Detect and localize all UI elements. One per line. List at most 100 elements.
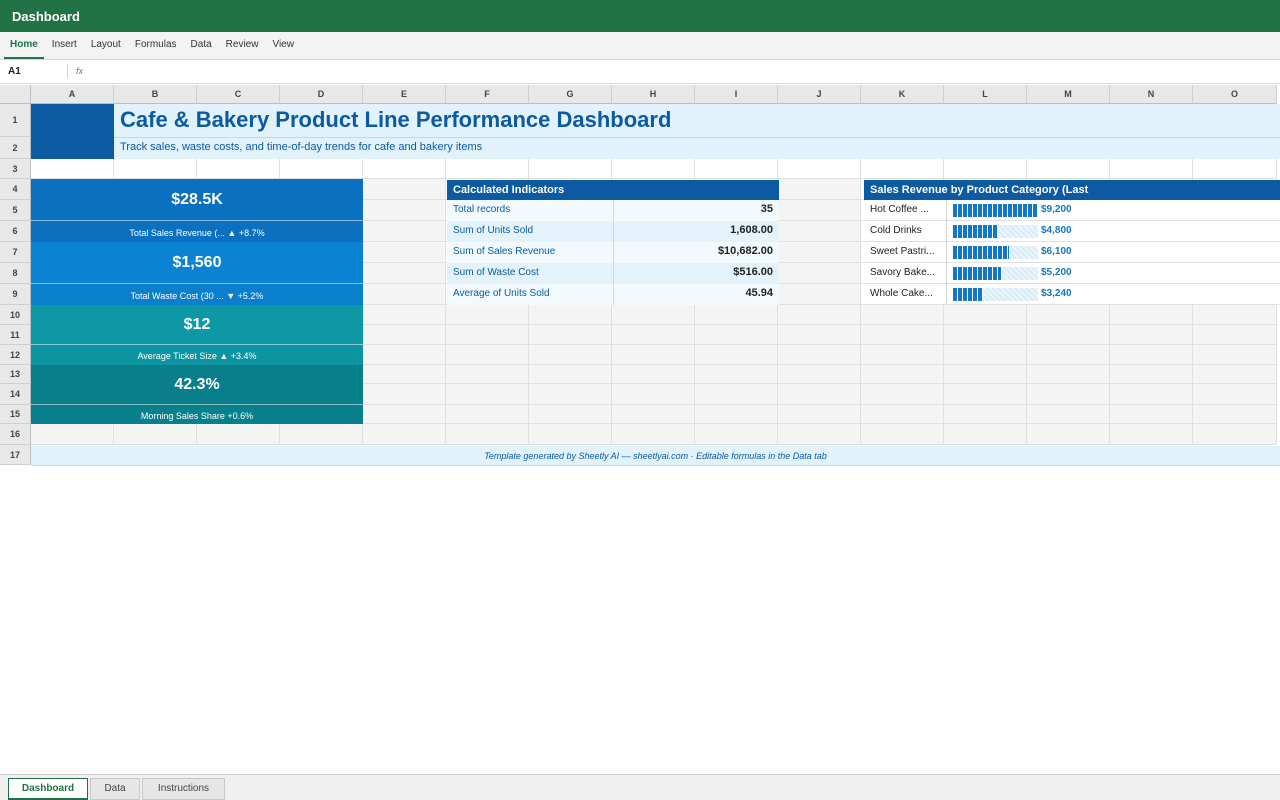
grid-cell[interactable] <box>612 325 695 345</box>
grid-cell[interactable] <box>861 305 944 325</box>
row-header-2[interactable]: 2 <box>0 137 31 159</box>
grid-cell[interactable] <box>1027 365 1110 384</box>
grid-cell[interactable] <box>197 159 280 179</box>
grid-cell[interactable] <box>695 384 778 405</box>
grid-cell[interactable] <box>363 365 446 384</box>
grid-cell[interactable] <box>529 384 612 405</box>
grid-cell[interactable] <box>1193 424 1277 445</box>
grid-cell[interactable] <box>1110 325 1193 345</box>
grid-cell[interactable] <box>778 179 861 200</box>
column-header-d[interactable]: D <box>280 85 363 104</box>
grid-cell[interactable] <box>529 159 612 179</box>
grid-cell[interactable] <box>944 305 1027 325</box>
grid-cell[interactable] <box>529 325 612 345</box>
grid-cell[interactable] <box>363 424 446 445</box>
grid-cell[interactable] <box>1110 365 1193 384</box>
grid-cell[interactable] <box>363 384 446 405</box>
grid-cell[interactable] <box>778 284 861 305</box>
grid-cell[interactable] <box>1193 159 1277 179</box>
grid-cell[interactable] <box>944 325 1027 345</box>
grid-cell[interactable] <box>363 263 446 284</box>
grid-cell[interactable] <box>446 384 529 405</box>
grid-cell[interactable] <box>363 242 446 263</box>
grid-cell[interactable] <box>778 345 861 365</box>
row-header-5[interactable]: 5 <box>0 200 31 221</box>
grid-cell[interactable] <box>363 159 446 179</box>
grid-cell[interactable] <box>31 424 114 445</box>
row-header-11[interactable]: 11 <box>0 325 31 345</box>
grid-cell[interactable] <box>695 305 778 325</box>
grid-cell[interactable] <box>363 325 446 345</box>
grid-cell[interactable] <box>363 305 446 325</box>
ribbon-tab-data[interactable]: Data <box>185 32 218 59</box>
sheet-tab-data[interactable]: Data <box>90 778 140 800</box>
grid-cell[interactable] <box>778 200 861 221</box>
grid-cell[interactable] <box>363 179 446 200</box>
grid-cell[interactable] <box>1193 405 1277 424</box>
grid-cell[interactable] <box>1193 384 1277 405</box>
grid-cell[interactable] <box>695 345 778 365</box>
grid-cell[interactable] <box>446 345 529 365</box>
grid-cell[interactable] <box>612 405 695 424</box>
grid-cell[interactable] <box>612 159 695 179</box>
grid-cell[interactable] <box>197 424 280 445</box>
grid-cell[interactable] <box>1110 384 1193 405</box>
grid-cell[interactable] <box>861 405 944 424</box>
grid-cell[interactable] <box>944 159 1027 179</box>
row-header-12[interactable]: 12 <box>0 345 31 365</box>
row-header-13[interactable]: 13 <box>0 365 31 384</box>
grid-cell[interactable] <box>778 263 861 284</box>
grid-cell[interactable] <box>1193 305 1277 325</box>
grid-cell[interactable] <box>695 405 778 424</box>
grid-cell[interactable] <box>778 159 861 179</box>
row-header-10[interactable]: 10 <box>0 305 31 325</box>
grid-cell[interactable] <box>778 405 861 424</box>
row-header-3[interactable]: 3 <box>0 159 31 179</box>
grid-cell[interactable] <box>1027 424 1110 445</box>
grid-cell[interactable] <box>363 284 446 305</box>
grid-cell[interactable] <box>529 365 612 384</box>
sheet-tab-instructions[interactable]: Instructions <box>142 778 225 800</box>
grid-cell[interactable] <box>363 345 446 365</box>
grid-cell[interactable] <box>778 305 861 325</box>
column-header-f[interactable]: F <box>446 85 529 104</box>
grid-cell[interactable] <box>1027 305 1110 325</box>
grid-cell[interactable] <box>944 345 1027 365</box>
grid-cell[interactable] <box>446 159 529 179</box>
grid-cell[interactable] <box>612 384 695 405</box>
grid-cell[interactable] <box>1110 159 1193 179</box>
grid-cell[interactable] <box>529 305 612 325</box>
grid-cell[interactable] <box>861 345 944 365</box>
grid-cell[interactable] <box>1193 365 1277 384</box>
grid-cell[interactable] <box>778 365 861 384</box>
grid-cell[interactable] <box>695 159 778 179</box>
grid-cell[interactable] <box>1193 345 1277 365</box>
sheet-tab-dashboard[interactable]: Dashboard <box>8 778 88 800</box>
select-all-corner[interactable] <box>0 85 31 104</box>
column-header-o[interactable]: O <box>1193 85 1277 104</box>
row-header-6[interactable]: 6 <box>0 221 31 242</box>
row-header-1[interactable]: 1 <box>0 104 31 137</box>
column-header-a[interactable]: A <box>31 85 114 104</box>
grid-cell[interactable] <box>778 242 861 263</box>
row-header-14[interactable]: 14 <box>0 384 31 405</box>
grid-cell[interactable] <box>280 159 363 179</box>
grid-cell[interactable] <box>861 159 944 179</box>
column-header-j[interactable]: J <box>778 85 861 104</box>
grid-cell[interactable] <box>446 405 529 424</box>
name-box[interactable]: A1 <box>8 66 21 77</box>
grid-cell[interactable] <box>114 424 197 445</box>
grid-cell[interactable] <box>363 405 446 424</box>
ribbon-tab-formulas[interactable]: Formulas <box>129 32 183 59</box>
grid-cell[interactable] <box>280 424 363 445</box>
ribbon-tab-review[interactable]: Review <box>220 32 265 59</box>
grid-cell[interactable] <box>1110 345 1193 365</box>
grid-cell[interactable] <box>1110 424 1193 445</box>
grid-cell[interactable] <box>31 159 114 179</box>
ribbon-tab-home[interactable]: Home <box>4 32 44 59</box>
row-header-17[interactable]: 17 <box>0 445 31 465</box>
grid-cell[interactable] <box>363 221 446 242</box>
grid-cell[interactable] <box>1027 405 1110 424</box>
grid-cell[interactable] <box>612 345 695 365</box>
grid-cell[interactable] <box>944 405 1027 424</box>
